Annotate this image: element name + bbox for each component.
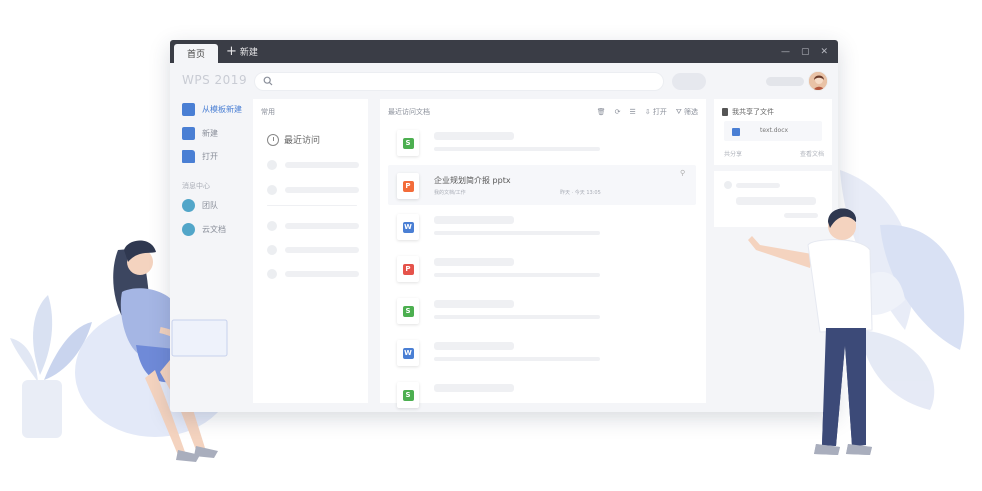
foreground-illustration bbox=[171, 208, 873, 455]
